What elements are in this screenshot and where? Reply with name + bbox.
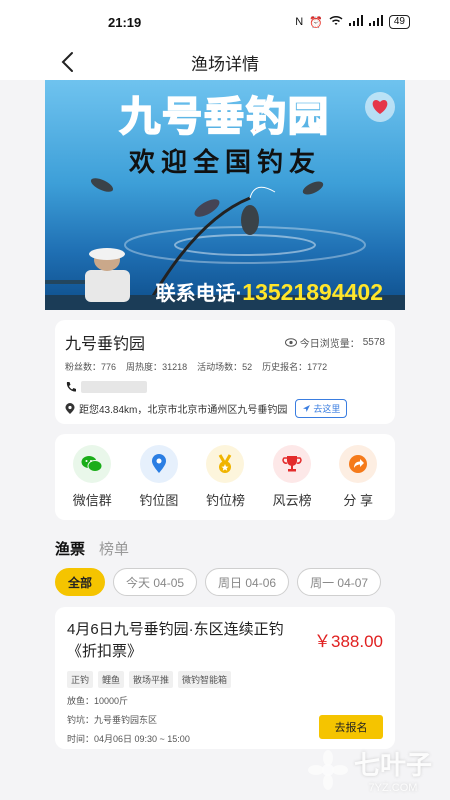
ticket-tag: 微钓智能箱 xyxy=(178,671,232,688)
date-filter-bar: 全部 今天 04-05 周日 04-06 周一 04-07 xyxy=(55,568,387,596)
section-tabs: 渔票 榜单 xyxy=(55,538,129,559)
spot-map-button[interactable]: 钓位图 xyxy=(139,445,178,509)
stat-fans-label: 粉丝数： xyxy=(65,362,102,372)
leaderboard-label: 风云榜 xyxy=(272,493,312,508)
share-icon xyxy=(339,445,378,483)
filter-chip-all[interactable]: 全部 xyxy=(55,568,106,596)
wechat-group-label: 微信群 xyxy=(72,493,112,508)
signal-icon-2 xyxy=(368,15,383,29)
phone-icon xyxy=(66,382,76,392)
banner-phone: 联系电话·13521894402 xyxy=(156,277,383,306)
heart-icon xyxy=(372,100,388,114)
stat-weekly-heat-label: 周热度： xyxy=(126,362,163,372)
banner-phone-number: 13521894402 xyxy=(242,279,383,305)
status-time: 21:19 xyxy=(108,14,142,30)
ticket-card[interactable]: 4月6日九号垂钓园·东区连续正钓《折扣票》 ￥388.00 正钓 鲤鱼 散场平推… xyxy=(55,607,395,749)
favorite-button[interactable] xyxy=(365,92,395,122)
ticket-tags: 正钓 鲤鱼 散场平推 微钓智能箱 xyxy=(67,671,383,688)
filter-chip-monday[interactable]: 周一 04-07 xyxy=(297,568,382,596)
ticket-tag: 正钓 xyxy=(67,671,94,688)
venue-name: 九号垂钓园 xyxy=(65,336,146,353)
page-title: 渔场详情 xyxy=(191,54,259,74)
stat-fans-value: 776 xyxy=(101,362,117,372)
leaf-logo-icon xyxy=(307,749,348,790)
watermark-text: 七叶子 xyxy=(353,750,432,780)
battery-icon: 49 xyxy=(388,15,410,29)
phone-number-masked xyxy=(81,381,147,393)
spot-ranking-button[interactable]: 钓位榜 xyxy=(206,445,245,509)
banner-welcome: 欢迎全国钓友 xyxy=(128,148,321,178)
wechat-icon xyxy=(73,445,112,483)
signup-button[interactable]: 去报名 xyxy=(319,715,383,739)
ticket-title: 4月6日九号垂钓园·东区连续正钓《折扣票》 xyxy=(67,621,284,660)
ticket-tag: 散场平推 xyxy=(129,671,174,688)
filter-chip-sunday[interactable]: 周日 04-06 xyxy=(205,568,290,596)
go-here-label: 去这里 xyxy=(313,404,341,414)
ticket-fish-amount: 放鱼：10000斤 xyxy=(67,696,129,706)
trophy-icon xyxy=(273,445,312,483)
stat-history-signups-value: 1772 xyxy=(307,362,328,372)
location-icon xyxy=(65,402,75,414)
stat-events-label: 活动场数： xyxy=(197,362,243,372)
navigate-arrow-icon xyxy=(303,405,311,412)
address-row: 距您43.84km，北京市北京市通州区九号垂钓园 去这里 xyxy=(65,399,385,418)
ticket-tag: 鲤鱼 xyxy=(98,671,125,688)
location-pin-icon xyxy=(139,445,178,483)
venue-stats: 粉丝数：776 周热度：31218 活动场数：52 历史报名：1772 xyxy=(65,360,385,373)
leaderboard-button[interactable]: 风云榜 xyxy=(273,445,312,509)
ticket-price: ￥388.00 xyxy=(314,632,383,651)
stat-history-signups: 历史报名：1772 xyxy=(262,360,327,373)
share-button[interactable]: 分 享 xyxy=(339,445,378,509)
wifi-icon xyxy=(329,15,343,29)
venue-info-card: 九号垂钓园 今日浏览量： 5578 粉丝数：776 周热度：31218 活动场数… xyxy=(55,320,395,424)
tab-rankings[interactable]: 榜单 xyxy=(99,538,129,559)
alarm-icon: ⏰ xyxy=(309,16,323,29)
address-text: 距您43.84km，北京市北京市通州区九号垂钓园 xyxy=(79,405,288,416)
spot-ranking-label: 钓位榜 xyxy=(205,493,245,508)
banner-phone-label: 联系电话· xyxy=(155,283,243,305)
spot-map-label: 钓位图 xyxy=(139,493,179,508)
stat-history-signups-label: 历史报名： xyxy=(262,362,308,372)
back-arrow-icon[interactable] xyxy=(58,50,80,74)
views-count: 今日浏览量： 5578 xyxy=(284,335,385,350)
wechat-group-button[interactable]: 微信群 xyxy=(73,445,112,509)
go-here-button[interactable]: 去这里 xyxy=(295,399,348,418)
views-label: 今日浏览量： xyxy=(299,338,360,350)
banner-image: 九号垂钓园 欢迎全国钓友 联系电话·13521894402 xyxy=(45,80,405,310)
medal-icon xyxy=(206,445,245,483)
status-bar: 21:19 N ⏰ 49 xyxy=(0,0,450,44)
system-icons: N ⏰ 49 xyxy=(295,15,410,29)
stat-weekly-heat-value: 31218 xyxy=(162,362,188,372)
share-label: 分 享 xyxy=(343,493,373,508)
filter-chip-today[interactable]: 今天 04-05 xyxy=(113,568,198,596)
eye-icon xyxy=(284,337,297,347)
phone-row[interactable] xyxy=(65,381,385,393)
stat-events-value: 52 xyxy=(242,362,253,372)
views-value: 5578 xyxy=(362,336,385,348)
nfc-icon: N xyxy=(295,16,304,28)
stat-events: 活动场数：52 xyxy=(197,360,252,373)
stat-fans: 粉丝数：776 xyxy=(65,360,116,373)
banner-title: 九号垂钓园 xyxy=(119,92,330,141)
action-grid: 微信群 钓位图 钓位榜 风云榜 分 享 xyxy=(55,434,395,520)
watermark-sub: 7YZ.COM xyxy=(368,782,418,794)
stat-weekly-heat: 周热度：31218 xyxy=(126,360,187,373)
tab-tickets[interactable]: 渔票 xyxy=(55,538,85,559)
nav-bar: 渔场详情 xyxy=(0,44,450,80)
watermark: 七叶子 7YZ.COM xyxy=(307,745,432,794)
signal-icon xyxy=(348,15,363,29)
